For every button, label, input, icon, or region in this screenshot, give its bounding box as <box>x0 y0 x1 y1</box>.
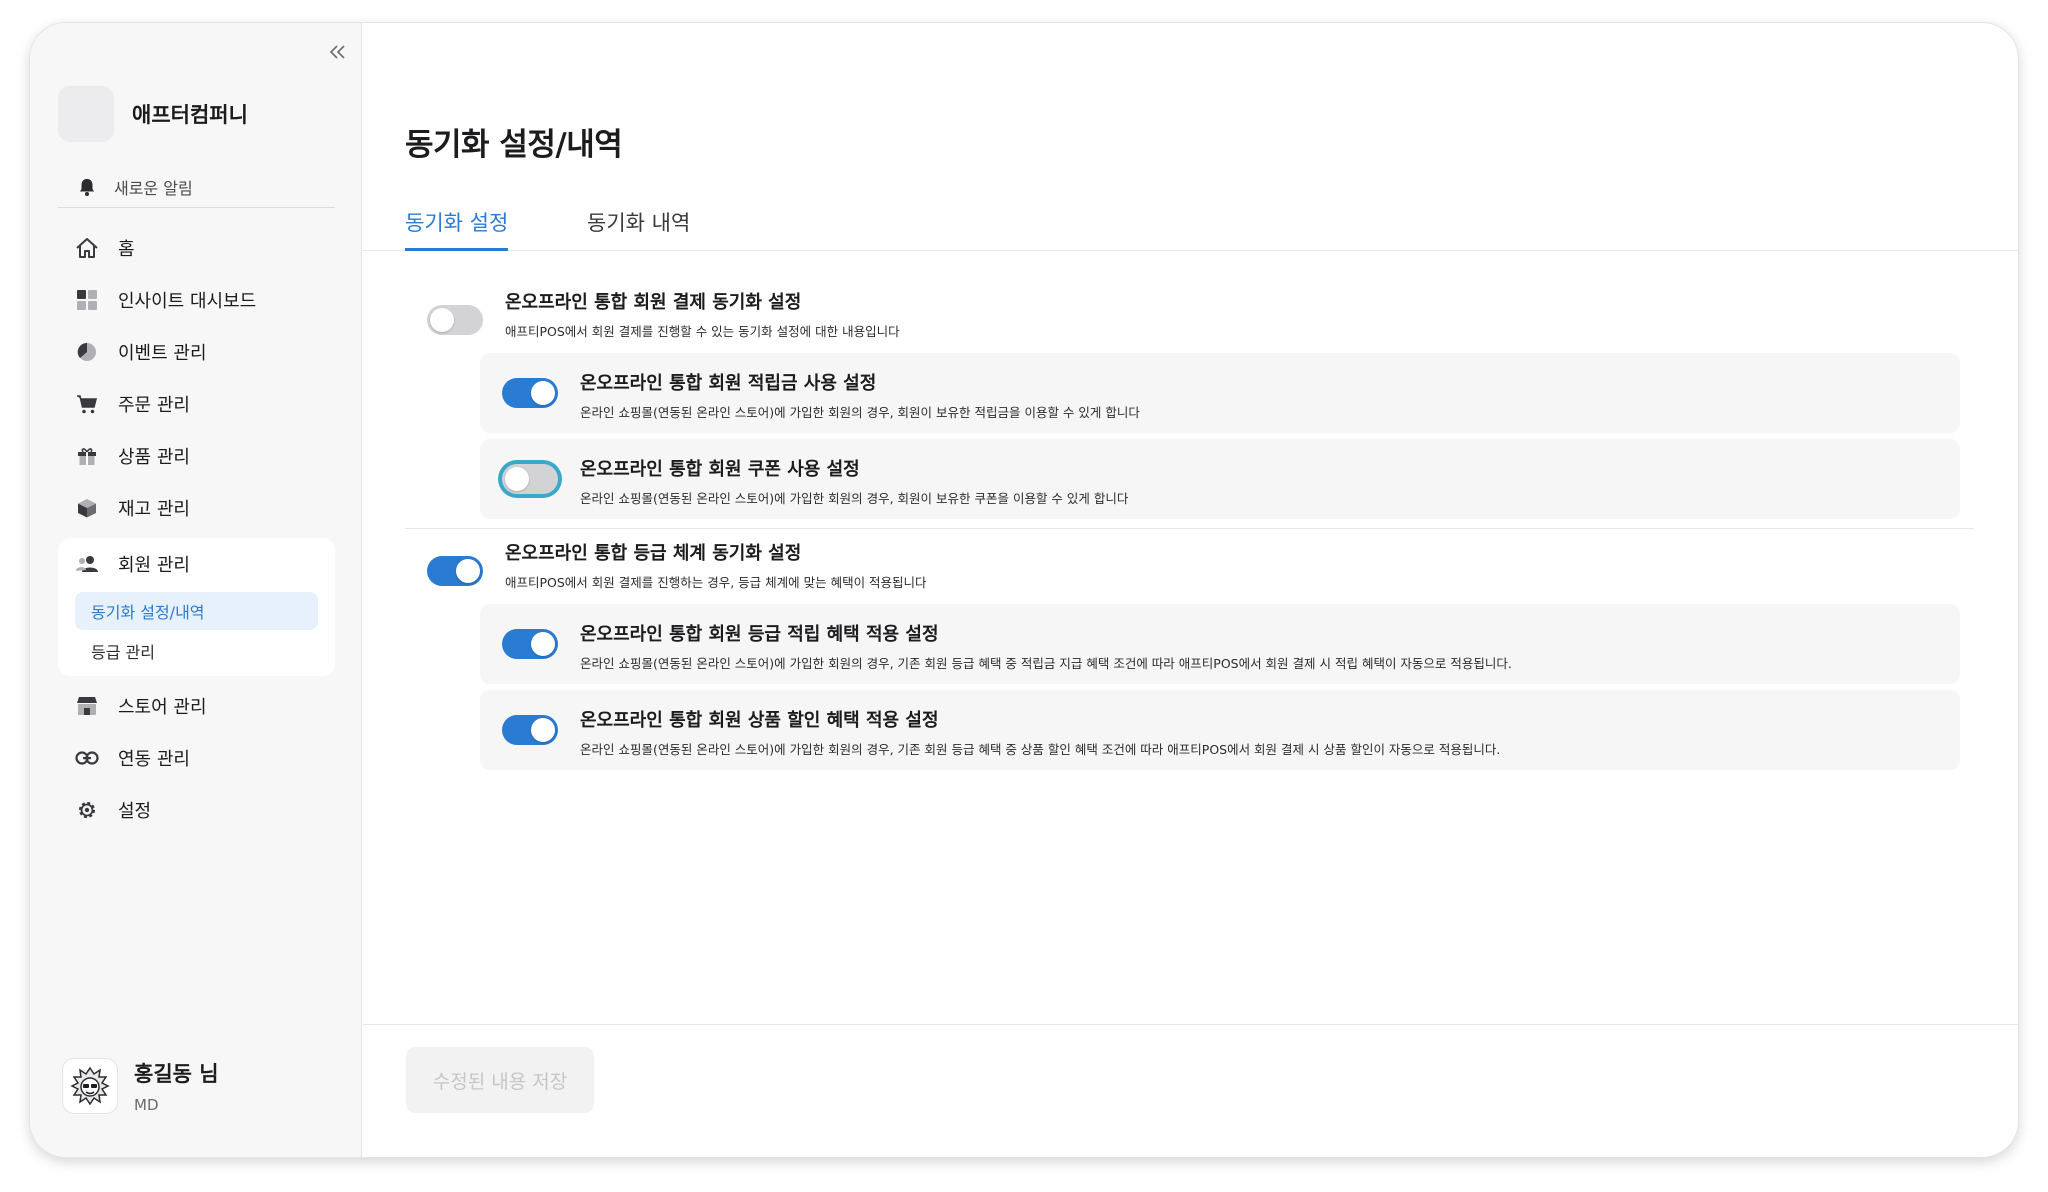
sidebar-item-store[interactable]: 스토어 관리 <box>58 680 335 732</box>
tab-bar: 동기화 설정 동기화 내역 <box>363 201 2018 251</box>
sidebar-item-integrations[interactable]: 연동 관리 <box>58 732 335 784</box>
sidebar-item-settings[interactable]: 설정 <box>58 784 335 836</box>
sidebar-item-label: 설정 <box>118 801 152 822</box>
tab-sync-history[interactable]: 동기화 내역 <box>587 201 690 251</box>
gear-icon <box>72 795 102 825</box>
sidebar-item-label: 스토어 관리 <box>118 697 207 718</box>
setting-payment-sync: 온오프라인 통합 회원 결제 동기화 설정 애프티POS에서 회원 결제를 진행… <box>427 291 900 340</box>
toggle-coupons[interactable] <box>502 464 558 494</box>
company-name: 애프터컴퍼니 <box>132 103 248 127</box>
setting-points: 온오프라인 통합 회원 적립금 사용 설정 온라인 쇼핑몰(연동된 온라인 스토… <box>502 372 1140 421</box>
notification-label: 새로운 알림 <box>114 178 193 198</box>
sidebar: 애프터컴퍼니 새로운 알림 홈 인사이트 대시보드 이벤트 관리 주문 관리 상… <box>30 23 362 1157</box>
setting-card-points: 온오프라인 통합 회원 적립금 사용 설정 온라인 쇼핑몰(연동된 온라인 스토… <box>480 353 1960 433</box>
store-icon <box>72 691 102 721</box>
member-menu-group: 회원 관리 동기화 설정/내역 등급 관리 <box>58 538 335 676</box>
user-profile[interactable]: 홍길동 님 MD <box>62 1058 219 1114</box>
company-header: 애프터컴퍼니 <box>58 86 248 142</box>
cart-icon <box>72 389 102 419</box>
footer-divider <box>363 1024 2018 1025</box>
users-icon <box>72 549 102 579</box>
sidebar-item-events[interactable]: 이벤트 관리 <box>58 326 335 378</box>
sidebar-item-label: 홈 <box>118 239 135 260</box>
setting-card-coupons: 온오프라인 통합 회원 쿠폰 사용 설정 온라인 쇼핑몰(연동된 온라인 스토어… <box>480 439 1960 519</box>
sidebar-item-label: 이벤트 관리 <box>118 343 207 364</box>
sidebar-item-label: 인사이트 대시보드 <box>118 291 257 312</box>
setting-grade-sync: 온오프라인 통합 등급 체계 동기화 설정 애프티POS에서 회원 결제를 진행… <box>427 542 927 591</box>
setting-description: 애프티POS에서 회원 결제를 진행할 수 있는 동기화 설정에 대한 내용입니… <box>505 324 900 339</box>
setting-description: 온라인 쇼핑몰(연동된 온라인 스토어)에 가입한 회원의 경우, 회원이 보유… <box>580 405 1140 420</box>
toggle-points[interactable] <box>502 378 558 408</box>
sidebar-item-products[interactable]: 상품 관리 <box>58 430 335 482</box>
setting-title: 온오프라인 통합 회원 쿠폰 사용 설정 <box>580 459 860 480</box>
sidebar-subitem-grades[interactable]: 등급 관리 <box>75 632 318 670</box>
sidebar-subitem-sync[interactable]: 동기화 설정/내역 <box>75 592 318 630</box>
sidebar-item-label: 상품 관리 <box>118 447 190 468</box>
sidebar-item-label: 연동 관리 <box>118 749 190 770</box>
toggle-grade-discount[interactable] <box>502 715 558 745</box>
toggle-grade-points[interactable] <box>502 629 558 659</box>
section-divider <box>405 528 1974 529</box>
setting-description: 온라인 쇼핑몰(연동된 온라인 스토어)에 가입한 회원의 경우, 기존 회원 … <box>580 742 1501 757</box>
collapse-sidebar-button[interactable] <box>323 37 353 67</box>
setting-description: 온라인 쇼핑몰(연동된 온라인 스토어)에 가입한 회원의 경우, 기존 회원 … <box>580 656 1512 671</box>
user-name: 홍길동 님 <box>134 1062 219 1086</box>
sidebar-item-home[interactable]: 홈 <box>58 222 335 274</box>
setting-grade-points: 온오프라인 통합 회원 등급 적립 혜택 적용 설정 온라인 쇼핑몰(연동된 온… <box>502 623 1512 672</box>
save-button[interactable]: 수정된 내용 저장 <box>406 1047 594 1113</box>
app-window: 애프터컴퍼니 새로운 알림 홈 인사이트 대시보드 이벤트 관리 주문 관리 상… <box>30 23 2018 1157</box>
user-role: MD <box>134 1096 159 1114</box>
gift-icon <box>72 441 102 471</box>
dashboard-icon <box>72 285 102 315</box>
sidebar-item-label: 회원 관리 <box>118 555 190 576</box>
pie-chart-icon <box>72 337 102 367</box>
company-logo <box>58 86 114 142</box>
sidebar-item-dashboard[interactable]: 인사이트 대시보드 <box>58 274 335 326</box>
setting-title: 온오프라인 통합 회원 상품 할인 혜택 적용 설정 <box>580 710 939 731</box>
sidebar-item-inventory[interactable]: 재고 관리 <box>58 482 335 534</box>
setting-title: 온오프라인 통합 등급 체계 동기화 설정 <box>505 543 802 564</box>
toggle-grade-sync[interactable] <box>427 556 483 586</box>
setting-coupons: 온오프라인 통합 회원 쿠폰 사용 설정 온라인 쇼핑몰(연동된 온라인 스토어… <box>502 458 1128 507</box>
setting-card-grade-points: 온오프라인 통합 회원 등급 적립 혜택 적용 설정 온라인 쇼핑몰(연동된 온… <box>480 604 1960 684</box>
setting-title: 온오프라인 통합 회원 등급 적립 혜택 적용 설정 <box>580 624 939 645</box>
page-title: 동기화 설정/내역 <box>405 127 623 163</box>
setting-title: 온오프라인 통합 회원 적립금 사용 설정 <box>580 373 877 394</box>
main-content: 동기화 설정/내역 동기화 설정 동기화 내역 온오프라인 통합 회원 결제 동… <box>363 23 2018 1157</box>
sidebar-nav: 홈 인사이트 대시보드 이벤트 관리 주문 관리 상품 관리 재고 관리 회원 … <box>58 222 335 836</box>
toggle-payment-sync[interactable] <box>427 305 483 335</box>
notification-item[interactable]: 새로운 알림 <box>58 166 335 208</box>
double-chevron-left-icon <box>330 45 345 59</box>
sidebar-item-members[interactable]: 회원 관리 <box>58 538 335 590</box>
sidebar-item-label: 주문 관리 <box>118 395 190 416</box>
setting-title: 온오프라인 통합 회원 결제 동기화 설정 <box>505 292 802 313</box>
avatar <box>62 1058 118 1114</box>
setting-grade-discount: 온오프라인 통합 회원 상품 할인 혜택 적용 설정 온라인 쇼핑몰(연동된 온… <box>502 709 1500 758</box>
box-icon <box>72 493 102 523</box>
avatar-image <box>70 1066 110 1106</box>
setting-description: 온라인 쇼핑몰(연동된 온라인 스토어)에 가입한 회원의 경우, 회원이 보유… <box>580 491 1129 506</box>
link-icon <box>72 743 102 773</box>
sidebar-item-orders[interactable]: 주문 관리 <box>58 378 335 430</box>
setting-card-grade-discount: 온오프라인 통합 회원 상품 할인 혜택 적용 설정 온라인 쇼핑몰(연동된 온… <box>480 690 1960 770</box>
setting-description: 애프티POS에서 회원 결제를 진행하는 경우, 등급 체계에 맞는 혜택이 적… <box>505 575 927 590</box>
sidebar-item-label: 재고 관리 <box>118 499 190 520</box>
tab-sync-settings[interactable]: 동기화 설정 <box>405 201 509 251</box>
home-icon <box>72 233 102 263</box>
bell-icon <box>72 172 102 202</box>
